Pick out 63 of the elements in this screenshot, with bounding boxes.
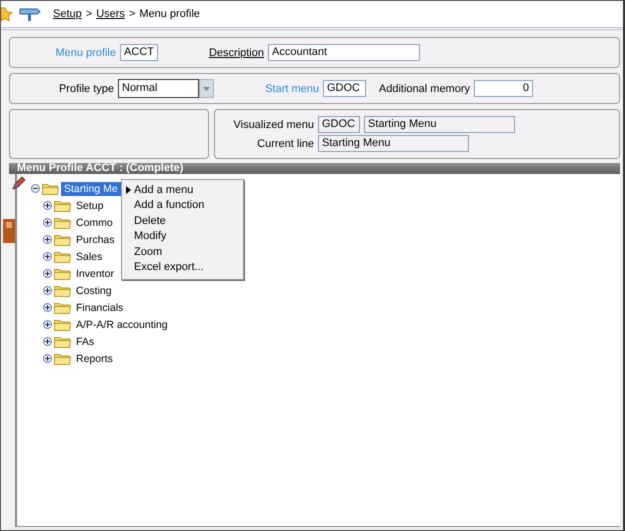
breadcrumb-current: Menu profile <box>139 8 200 20</box>
tree-item[interactable]: Commo <box>73 216 116 230</box>
folder-icon <box>54 250 71 263</box>
expand-icon[interactable] <box>43 337 52 346</box>
star-icon[interactable] <box>1 7 13 21</box>
menu-item[interactable]: Add a menu <box>134 184 194 196</box>
menu-item[interactable]: Modify <box>134 230 166 242</box>
folder-icon <box>54 267 71 280</box>
tree-item[interactable]: A/P-A/R accounting <box>73 318 171 332</box>
expand-icon[interactable] <box>43 320 52 329</box>
expand-icon[interactable] <box>43 252 52 261</box>
folder-icon <box>54 352 71 365</box>
folder-icon <box>54 318 71 331</box>
tree-item[interactable]: Reports <box>73 352 116 366</box>
visualized-menu-code-field[interactable]: GDOC <box>318 116 360 133</box>
start-menu-field[interactable]: GDOC <box>323 80 366 97</box>
folder-icon <box>54 199 71 212</box>
expand-icon[interactable] <box>43 235 52 244</box>
tree-item[interactable]: FAs <box>73 334 98 348</box>
expand-icon[interactable] <box>43 354 52 363</box>
folder-icon <box>54 233 71 246</box>
tree-item[interactable]: Starting Me <box>61 182 121 196</box>
breadcrumb-link[interactable]: Users <box>96 8 125 20</box>
profile-type-dropdown[interactable]: Normal <box>118 79 199 98</box>
description-field[interactable]: Accountant <box>268 44 420 61</box>
tree-item[interactable]: Financials <box>73 300 126 314</box>
menu-profile-field[interactable]: ACCT <box>120 44 158 61</box>
field-label: Current line <box>256 138 315 150</box>
collapse-icon[interactable] <box>31 184 40 193</box>
tree-item[interactable]: Setup <box>73 198 106 212</box>
breadcrumb-link[interactable]: Setup <box>53 8 82 20</box>
tree-item[interactable]: Sales <box>73 250 106 264</box>
expand-icon[interactable] <box>43 286 52 295</box>
additional-memory-field[interactable]: 0 <box>474 80 533 97</box>
menu-item[interactable]: Add a function <box>134 199 204 212</box>
tree-item[interactable]: Costing <box>73 284 115 298</box>
field-label: Profile type <box>58 82 115 94</box>
menu-item[interactable]: Zoom <box>134 246 162 258</box>
signpost-icon[interactable] <box>19 7 41 21</box>
breadcrumb-separator: > <box>128 8 136 20</box>
expand-icon[interactable] <box>43 303 52 312</box>
expand-icon[interactable] <box>43 218 52 227</box>
current-line-field[interactable]: Starting Menu <box>318 135 469 152</box>
folder-icon <box>42 182 59 195</box>
panel-title: Menu Profile ACCT : (Complete) <box>9 163 620 174</box>
tree-item[interactable]: Purchas <box>73 232 118 246</box>
expand-icon[interactable] <box>43 201 52 210</box>
breadcrumb-separator: > <box>86 8 92 20</box>
tree-item[interactable]: Inventor <box>73 266 117 280</box>
folder-icon <box>54 216 71 229</box>
visualized-menu-name-field[interactable]: Starting Menu <box>364 116 515 133</box>
pencil-icon[interactable] <box>12 176 26 190</box>
field-label: Menu profile <box>54 46 117 58</box>
menu-item[interactable]: Delete <box>134 214 166 227</box>
menu-item[interactable]: Excel export... <box>134 261 204 274</box>
field-label: Visualized menu <box>232 118 315 130</box>
folder-icon <box>54 301 71 314</box>
field-label: Start menu <box>264 82 320 94</box>
field-label: Additional memory <box>378 82 471 94</box>
expand-icon[interactable] <box>43 269 52 278</box>
field-label: Description <box>208 46 265 58</box>
folder-icon <box>54 284 71 297</box>
folder-icon <box>54 335 71 348</box>
